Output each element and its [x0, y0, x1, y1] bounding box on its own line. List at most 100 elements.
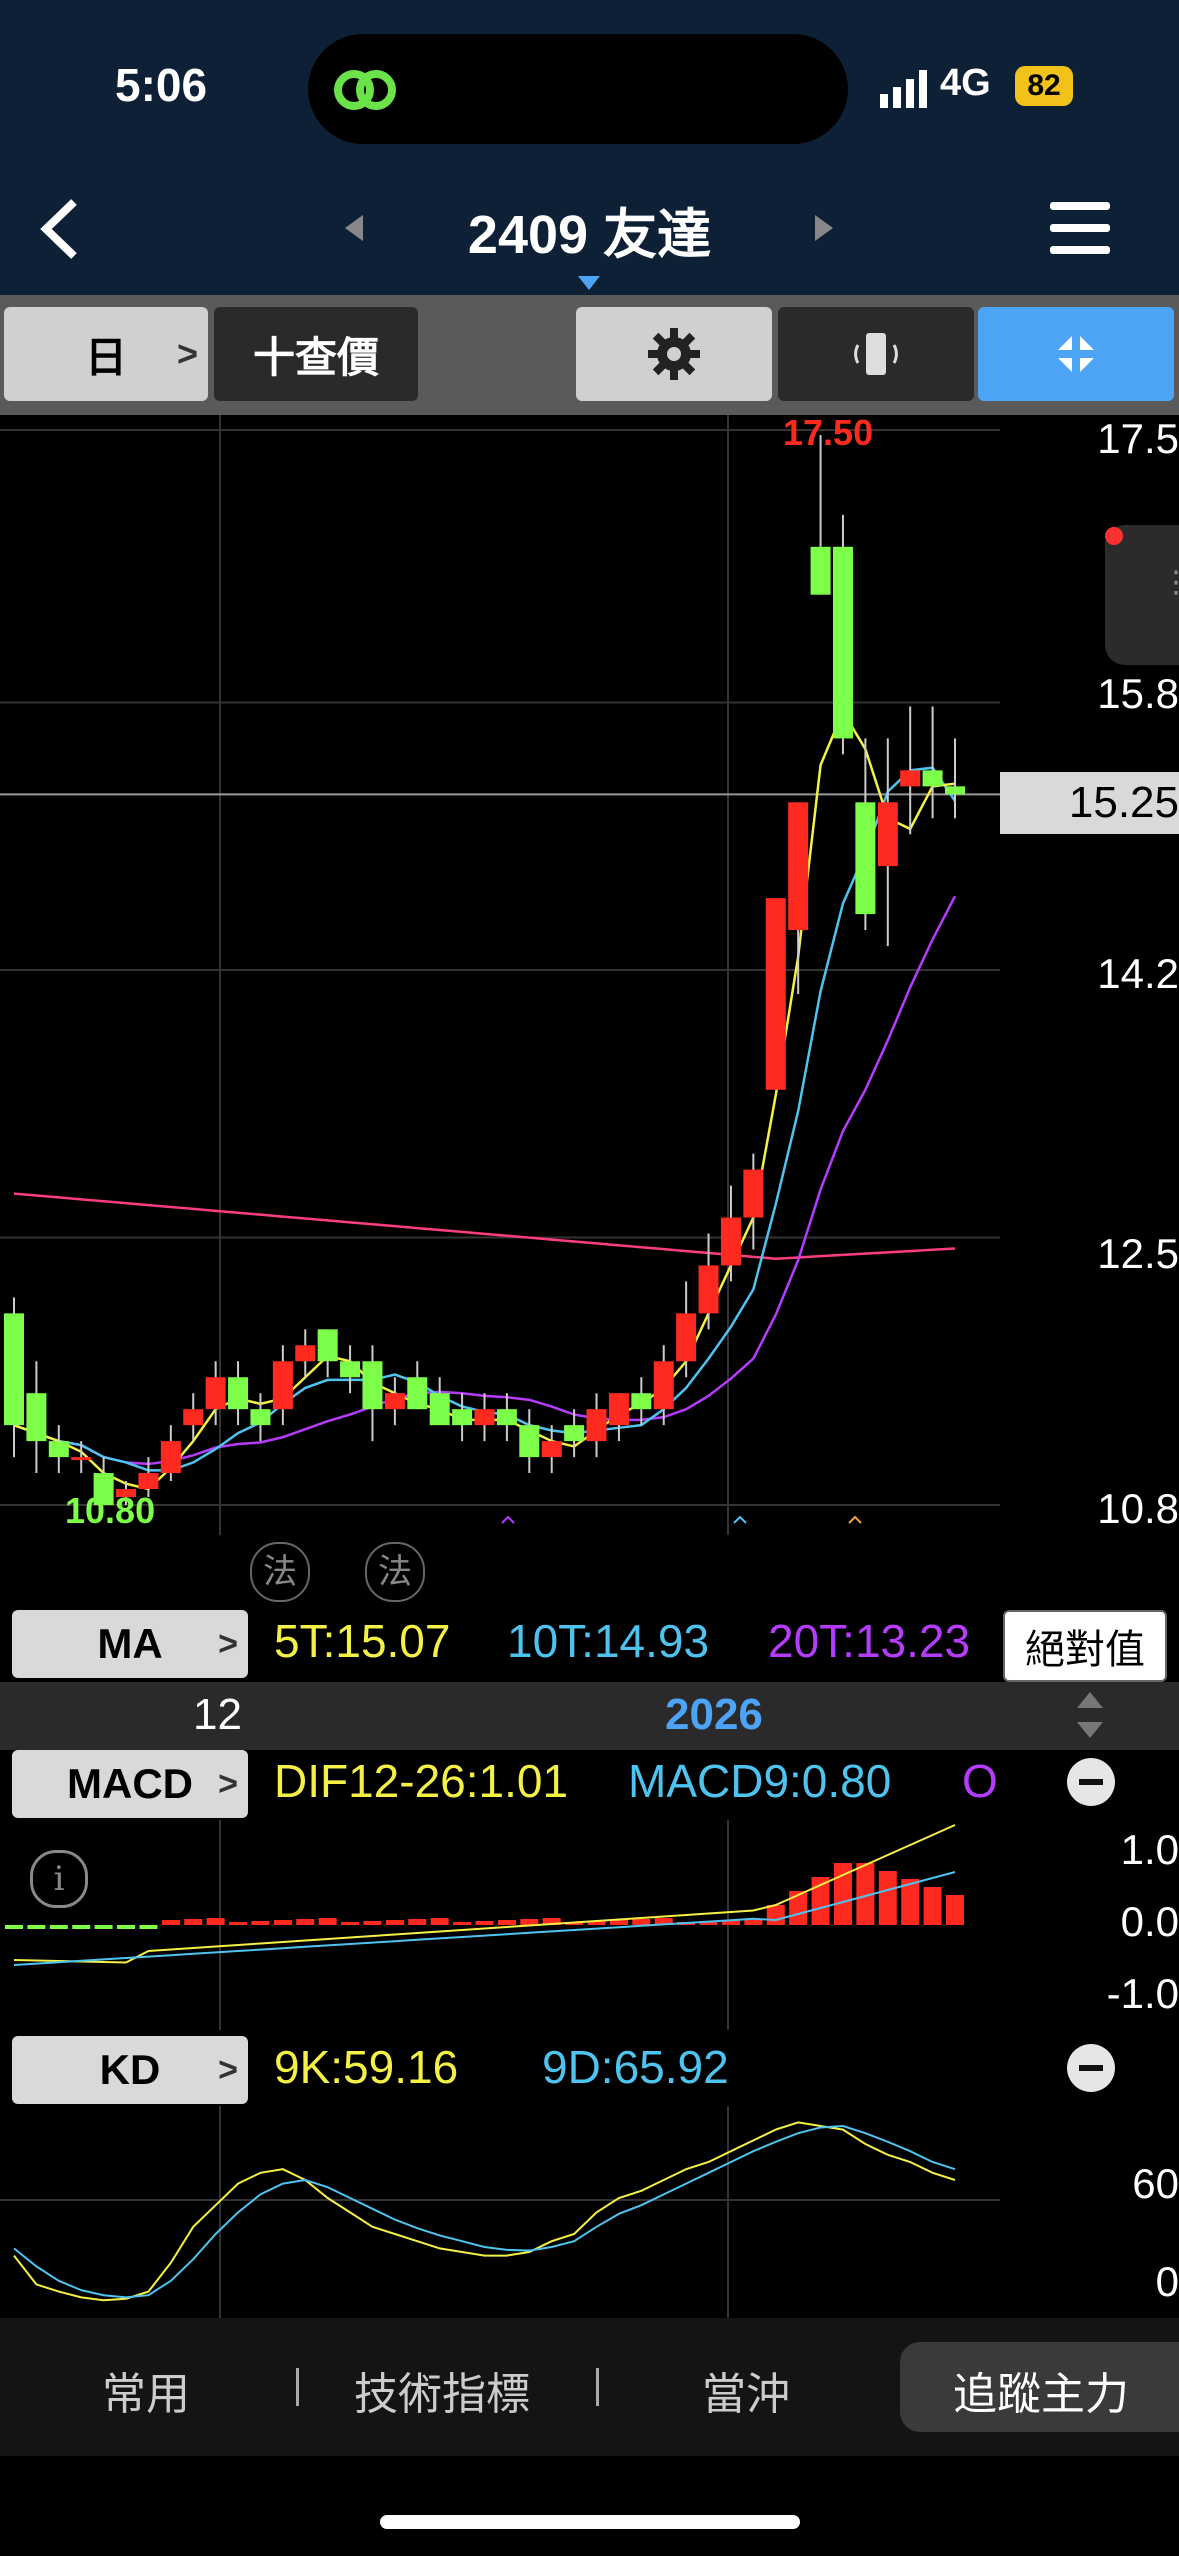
candle-body: [205, 1377, 226, 1410]
macd-bar: [878, 1871, 897, 1925]
price-tick: 15.8: [1097, 670, 1179, 717]
date-label: 2026: [665, 1690, 763, 1739]
tab-divider: [296, 2368, 299, 2406]
macd-bar: [766, 1905, 785, 1925]
high-price-label: 17.50: [783, 412, 874, 453]
macd-bar: [49, 1925, 68, 1929]
chevron-right-icon: >: [218, 1624, 238, 1663]
candlestick-chart[interactable]: [0, 415, 1000, 1535]
candle-body: [362, 1361, 383, 1410]
candle-body: [474, 1409, 495, 1426]
signal-icon: [880, 70, 927, 108]
remove-kd-button[interactable]: [1067, 2044, 1115, 2092]
candle-body: [340, 1361, 361, 1378]
ma5-line: [13, 709, 956, 1491]
price-tick: 17.5: [1097, 415, 1179, 462]
chevron-right-icon: >: [218, 2050, 238, 2089]
macd-bar: [251, 1921, 270, 1925]
candle-body: [676, 1313, 697, 1362]
chevron-right-icon: >: [176, 333, 198, 374]
kd-label: KD: [99, 2046, 161, 2093]
macd-bar: [363, 1921, 382, 1925]
macd-bar: [72, 1925, 91, 1929]
macd-tick: 0.0: [1120, 1898, 1179, 1945]
low-price-label: 10.80: [65, 1490, 156, 1531]
kd-tick: 0: [1155, 2258, 1179, 2305]
tab-day-trade[interactable]: 當沖: [702, 2358, 790, 2422]
candle-body: [877, 802, 898, 867]
remove-macd-button[interactable]: [1067, 1758, 1115, 1806]
toolbar: 日 > 十查價: [0, 295, 1179, 415]
tab-track-main-force[interactable]: 追蹤主力: [953, 2358, 1129, 2422]
absolute-value-button[interactable]: 絕對值: [1003, 1610, 1167, 1682]
resize-icon[interactable]: [1075, 1692, 1105, 1738]
macd-bar: [385, 1920, 404, 1925]
candle-body: [71, 1457, 92, 1461]
info-icon[interactable]: i: [30, 1850, 88, 1908]
dynamic-island: [308, 34, 848, 144]
ma20-value: 20T:13.23: [768, 1615, 971, 1667]
candle-body: [452, 1409, 473, 1426]
collapse-button[interactable]: [978, 307, 1174, 401]
status-time: 5:06: [115, 59, 208, 111]
ma-selector[interactable]: MA >: [12, 1610, 248, 1678]
candle-body: [26, 1393, 47, 1442]
macd-bar: [923, 1887, 942, 1925]
chart-annotations: [501, 1515, 862, 1524]
d-value: 9D:65.92: [542, 2041, 729, 2093]
menu-icon[interactable]: [1050, 202, 1110, 254]
ma60-line: [13, 1192, 956, 1260]
next-stock-icon[interactable]: [815, 215, 833, 241]
macd-bar: [946, 1895, 964, 1925]
candle-body: [810, 546, 831, 595]
query-price-button[interactable]: 十查價: [214, 307, 418, 401]
settings-button[interactable]: [576, 307, 772, 401]
candle-body: [4, 1313, 24, 1426]
candle-body: [429, 1393, 450, 1426]
moving-average-lines: [13, 709, 957, 1491]
ma5-value: 5T:15.07: [274, 1615, 451, 1667]
ma-label: MA: [97, 1620, 163, 1667]
candle-body: [317, 1329, 338, 1362]
ma10-line: [13, 766, 957, 1472]
candle-body: [631, 1393, 652, 1410]
candle-body: [900, 770, 921, 787]
candle-body: [541, 1441, 562, 1458]
macd-selector[interactable]: MACD >: [12, 1750, 248, 1818]
signal-marker: [733, 1515, 747, 1524]
signal-marker: [848, 1515, 862, 1524]
candle-body: [564, 1425, 585, 1442]
ma20-line: [13, 895, 957, 1466]
macd-tick: 1.0: [1120, 1826, 1179, 1873]
date-axis: 12 2026: [0, 1682, 1179, 1750]
tab-technical-indicators[interactable]: 技術指標: [354, 2358, 530, 2422]
rotate-icon: [854, 333, 898, 375]
tab-divider: [596, 2368, 599, 2406]
more-icon: ⋮: [1161, 566, 1179, 599]
tab-common[interactable]: 常用: [102, 2358, 190, 2422]
ma10-value: 10T:14.93: [507, 1615, 710, 1667]
macd-bar: [475, 1921, 494, 1925]
candle-body: [183, 1409, 204, 1426]
macd-dif-value: DIF12-26:1.01: [274, 1755, 569, 1807]
link-app-icon: [334, 70, 396, 110]
macd-bar: [789, 1891, 808, 1925]
period-selector[interactable]: 日 >: [4, 307, 208, 401]
rotate-button[interactable]: [778, 307, 974, 401]
kd-selector[interactable]: KD >: [12, 2036, 248, 2104]
institutional-badge[interactable]: 法: [365, 1542, 425, 1602]
candle-body: [250, 1409, 271, 1426]
date-label: 12: [193, 1690, 242, 1739]
collapse-icon: [1058, 336, 1094, 372]
side-handle[interactable]: ⋮: [1105, 525, 1179, 665]
candle-body: [720, 1217, 741, 1266]
institutional-badge[interactable]: 法: [250, 1542, 310, 1602]
k-line: [13, 2121, 956, 2302]
candle-body: [945, 786, 965, 795]
candle-body: [496, 1409, 517, 1426]
macd-bar: [453, 1922, 472, 1925]
macd-bar: [408, 1919, 427, 1925]
macd-signal-value: MACD9:0.80: [628, 1755, 892, 1807]
period-label: 日: [84, 333, 127, 381]
candle-body: [743, 1169, 764, 1218]
